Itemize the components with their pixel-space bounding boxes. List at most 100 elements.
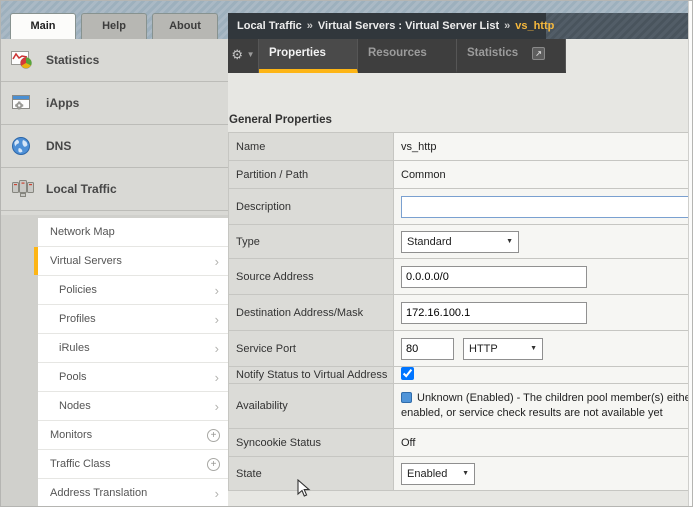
local-traffic-icon: [11, 179, 37, 199]
sidebar-item-label: Local Traffic: [46, 182, 117, 196]
gear-icon: ⚙: [231, 47, 244, 62]
property-value: vs_http: [393, 132, 692, 161]
property-value: Common: [393, 160, 692, 189]
property-value-text: vs_http: [401, 140, 437, 153]
property-value: Off: [393, 428, 692, 457]
property-label-text: Source Address: [236, 270, 314, 283]
sidebar-item-label: Monitors: [50, 429, 93, 441]
window-tab-help[interactable]: Help: [81, 13, 147, 39]
breadcrumb-part[interactable]: Local Traffic: [237, 20, 302, 32]
property-value: Enabled ▼: [393, 456, 692, 491]
description-input[interactable]: [401, 195, 689, 218]
sidebar-submenu-panel: Network Map Virtual Servers › Policies › Prof…: [34, 218, 228, 506]
service-port-protocol-select[interactable]: HTTP ▼: [463, 337, 543, 360]
property-label-text: Partition / Path: [236, 168, 309, 181]
sidebar-item-label: iApps: [46, 96, 80, 110]
property-label: Partition / Path: [228, 160, 394, 189]
breadcrumb-separator: »: [504, 20, 511, 32]
sidebar-item-local-traffic[interactable]: Local Traffic: [1, 168, 228, 211]
property-row-state: State Enabled ▼: [228, 456, 692, 491]
sidebar-item-label: Pools: [59, 371, 87, 383]
sidebar-item-label: iRules: [59, 342, 90, 354]
sidebar-item-iapps[interactable]: iApps: [1, 82, 228, 125]
property-row-description: Description: [228, 188, 692, 225]
sidebar-item-label: Nodes: [59, 400, 91, 412]
tab-properties[interactable]: Properties: [259, 39, 358, 73]
sidebar-item-label: Profiles: [59, 313, 96, 325]
status-text: Unknown (Enabled) - The children pool me…: [417, 392, 693, 404]
tab-resources[interactable]: Resources: [358, 39, 457, 73]
property-label-text: Syncookie Status: [236, 436, 321, 449]
sidebar-item-dns[interactable]: DNS: [1, 125, 228, 168]
dns-icon: [11, 136, 37, 156]
gear-menu-button[interactable]: ⚙ ▼: [228, 39, 259, 73]
property-label-text: Availability: [236, 400, 288, 412]
chevron-right-icon: ›: [214, 399, 219, 414]
sidebar-item-label: Virtual Servers: [50, 255, 122, 267]
chevron-down-icon: ▼: [246, 50, 255, 59]
sidebar-item-statistics[interactable]: Statistics: [1, 39, 228, 82]
property-label-text: Name: [236, 140, 266, 153]
property-label-text: Type: [236, 235, 260, 248]
notify-status-checkbox[interactable]: [401, 367, 414, 380]
section-title: General Properties: [229, 114, 332, 126]
property-value: [393, 366, 692, 384]
breadcrumb-part[interactable]: Virtual Servers : Virtual Server List: [318, 20, 499, 32]
destination-address-mask-input[interactable]: [401, 301, 587, 324]
sidebar-item-network-map[interactable]: Network Map: [38, 218, 228, 247]
service-port-controls: HTTP ▼: [401, 337, 692, 360]
property-label-text: Description: [236, 200, 292, 213]
general-properties-table: Name vs_http Partition / Path Common Descrip…: [228, 132, 693, 491]
property-label: Notify Status to Virtual Address: [228, 366, 394, 384]
window-tab-main[interactable]: Main: [10, 13, 76, 39]
chevron-right-icon: ›: [214, 254, 219, 269]
property-value: [393, 294, 692, 331]
main-content: General Properties Name vs_http Partition …: [228, 73, 692, 506]
type-select[interactable]: Standard ▼: [401, 230, 519, 253]
sidebar-item-traffic-class[interactable]: Traffic Class +: [38, 450, 228, 479]
property-row-notify-status: Notify Status to Virtual Address: [228, 366, 692, 384]
sidebar-item-monitors[interactable]: Monitors +: [38, 421, 228, 450]
property-value: [393, 258, 692, 295]
property-row-syncookie-status: Syncookie Status Off: [228, 428, 692, 457]
sidebar-item-pools[interactable]: Pools ›: [38, 363, 228, 392]
property-row-source-address: Source Address: [228, 258, 692, 295]
property-label-text: Destination Address/Mask: [236, 306, 364, 319]
breadcrumb-part[interactable]: vs_http: [515, 20, 554, 32]
service-port-input[interactable]: [401, 337, 454, 360]
window-tab-bar: Main Help About: [10, 13, 218, 39]
property-label: Destination Address/Mask: [228, 294, 394, 331]
sidebar-item-label: Traffic Class: [50, 458, 111, 470]
property-label: Name: [228, 132, 394, 161]
tab-label: Statistics: [467, 47, 519, 59]
plus-circle-icon[interactable]: +: [207, 429, 220, 442]
property-value: Standard ▼: [393, 224, 692, 259]
sidebar-item-irules[interactable]: iRules ›: [38, 334, 228, 363]
property-label: Syncookie Status: [228, 428, 394, 457]
sidebar-item-nodes[interactable]: Nodes ›: [38, 392, 228, 421]
sidebar: Statistics iApps DNS Local Traffic: [1, 39, 228, 215]
sidebar-item-label: Network Map: [50, 226, 115, 238]
source-address-input[interactable]: [401, 265, 587, 288]
chevron-right-icon: ›: [214, 370, 219, 385]
breadcrumb: Local Traffic » Virtual Servers : Virtual …: [228, 13, 554, 39]
window-tab-about[interactable]: About: [152, 13, 218, 39]
property-value-text: Off: [401, 436, 416, 449]
tab-label: Resources: [368, 47, 427, 59]
property-label: Service Port: [228, 330, 394, 367]
iapps-icon: [11, 93, 37, 113]
sidebar-item-address-translation[interactable]: Address Translation ›: [38, 479, 228, 506]
tab-statistics[interactable]: Statistics ↗: [457, 39, 566, 73]
external-link-icon: ↗: [532, 47, 546, 60]
state-select[interactable]: Enabled ▼: [401, 462, 475, 485]
property-label-text: Notify Status to Virtual Address: [236, 369, 388, 381]
plus-circle-icon[interactable]: +: [207, 458, 220, 471]
sidebar-item-virtual-servers[interactable]: Virtual Servers ›: [34, 247, 228, 276]
page-tab-strip: ⚙ ▼ Properties Resources Statistics ↗: [228, 39, 566, 73]
breadcrumb-band-extension: [546, 13, 692, 39]
sidebar-submenu: Network Map Virtual Servers › Policies › Prof…: [1, 215, 228, 506]
sidebar-item-policies[interactable]: Policies ›: [38, 276, 228, 305]
sidebar-item-profiles[interactable]: Profiles ›: [38, 305, 228, 334]
property-row-partition-path: Partition / Path Common: [228, 160, 692, 189]
chevron-down-icon: ▼: [506, 238, 513, 245]
